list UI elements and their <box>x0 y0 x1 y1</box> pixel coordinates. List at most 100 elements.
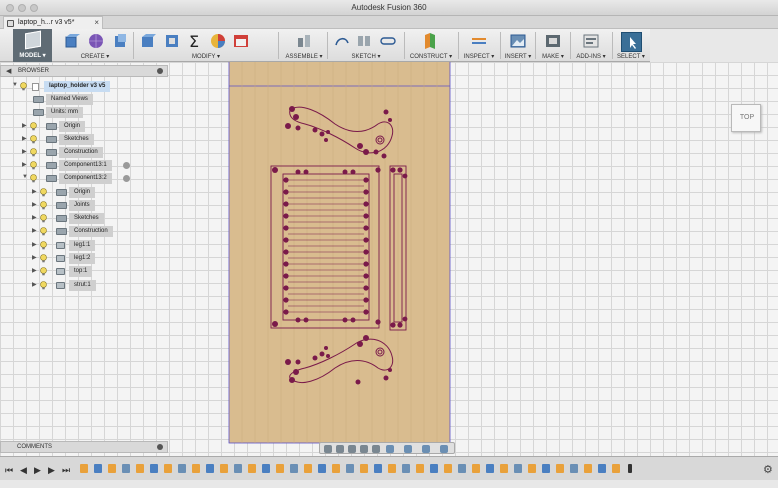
go-to-end-icon[interactable]: ⏭ <box>62 465 70 476</box>
timeline-feature[interactable] <box>206 464 214 473</box>
expand-arrow-icon[interactable]: ▼ <box>12 82 18 88</box>
grid-settings-icon[interactable] <box>404 445 412 453</box>
timeline-track[interactable] <box>78 462 640 476</box>
look-at-icon[interactable] <box>336 445 344 453</box>
timeline-feature[interactable] <box>304 464 312 473</box>
timeline-marker[interactable] <box>628 464 632 473</box>
expand-arrow-icon[interactable]: ▶ <box>32 254 37 261</box>
timeline-feature[interactable] <box>178 464 186 473</box>
comments-panel-header[interactable]: COMMENTS <box>0 441 168 453</box>
go-to-start-icon[interactable]: ⏮ <box>5 465 13 476</box>
timeline-feature[interactable] <box>514 464 522 473</box>
visibility-bulb-icon[interactable] <box>40 254 47 263</box>
visibility-bulb-icon[interactable] <box>40 227 47 236</box>
timeline-feature[interactable] <box>542 464 550 473</box>
timeline-feature[interactable] <box>108 464 116 473</box>
collapse-browser-icon[interactable]: ◀ <box>6 67 11 75</box>
timeline-feature[interactable] <box>584 464 592 473</box>
visibility-bulb-icon[interactable] <box>40 201 47 210</box>
timeline-feature[interactable] <box>234 464 242 473</box>
document-tab[interactable]: laptop_h...r v3 v5* × <box>3 16 103 29</box>
visibility-bulb-icon[interactable] <box>30 161 37 170</box>
expand-arrow-icon[interactable]: ▶ <box>32 281 37 288</box>
timeline-feature[interactable] <box>402 464 410 473</box>
addins-group[interactable]: ADD-INS ▾ <box>572 29 610 62</box>
construct-group[interactable]: CONSTRUCT ▾ <box>406 29 456 62</box>
activate-radio-icon[interactable] <box>123 175 130 182</box>
visibility-bulb-icon[interactable] <box>40 241 47 250</box>
display-settings-icon[interactable] <box>386 445 394 453</box>
settings-gear-icon[interactable]: ⚙ <box>763 463 773 476</box>
timeline-feature[interactable] <box>164 464 172 473</box>
expand-arrow-icon[interactable]: ▶ <box>22 122 27 129</box>
zoom-icon[interactable] <box>360 445 368 453</box>
expand-arrow-icon[interactable]: ▶ <box>32 201 37 208</box>
timeline-feature[interactable] <box>388 464 396 473</box>
canvas-viewport[interactable]: TOP <box>0 62 778 456</box>
step-back-icon[interactable]: ◀ <box>20 465 27 476</box>
timeline-feature[interactable] <box>430 464 438 473</box>
visibility-bulb-icon[interactable] <box>40 267 47 276</box>
insert-group[interactable]: INSERT ▾ <box>502 29 534 62</box>
comments-options-icon[interactable] <box>157 444 163 450</box>
inspect-group[interactable]: INSPECT ▾ <box>460 29 498 62</box>
make-group[interactable]: MAKE ▾ <box>538 29 568 62</box>
timeline-feature[interactable] <box>94 464 102 473</box>
timeline-feature[interactable] <box>444 464 452 473</box>
timeline-feature[interactable] <box>556 464 564 473</box>
orbit-icon[interactable] <box>324 445 332 453</box>
timeline-feature[interactable] <box>500 464 508 473</box>
visibility-bulb-icon[interactable] <box>20 82 27 91</box>
select-group[interactable]: SELECT ▾ <box>614 29 648 62</box>
expand-arrow-icon[interactable]: ▶ <box>32 214 37 221</box>
timeline-feature[interactable] <box>136 464 144 473</box>
timeline-feature[interactable] <box>318 464 326 473</box>
timeline-feature[interactable] <box>290 464 298 473</box>
workspace-switcher-button[interactable]: MODEL ▾ <box>13 29 52 62</box>
visibility-bulb-icon[interactable] <box>30 122 37 131</box>
visibility-bulb-icon[interactable] <box>30 135 37 144</box>
pan-icon[interactable] <box>348 445 356 453</box>
create-group[interactable]: CREATE ▾ <box>60 29 130 62</box>
timeline-feature[interactable] <box>80 464 88 473</box>
visibility-bulb-icon[interactable] <box>40 281 47 290</box>
expand-arrow-icon[interactable]: ▶ <box>32 241 37 248</box>
expand-arrow-icon[interactable]: ▶ <box>22 161 27 168</box>
timeline-feature[interactable] <box>472 464 480 473</box>
timeline-feature[interactable] <box>598 464 606 473</box>
expand-arrow-icon[interactable]: ▶ <box>22 148 27 155</box>
timeline-feature[interactable] <box>192 464 200 473</box>
activate-radio-icon[interactable] <box>123 162 130 169</box>
timeline-feature[interactable] <box>220 464 228 473</box>
modify-group[interactable]: Σ MODIFY ▾ <box>136 29 276 62</box>
timeline-feature[interactable] <box>360 464 368 473</box>
visibility-bulb-icon[interactable] <box>30 174 37 183</box>
visibility-bulb-icon[interactable] <box>40 214 47 223</box>
timeline-feature[interactable] <box>262 464 270 473</box>
expand-arrow-icon[interactable]: ▶ <box>32 227 37 234</box>
step-forward-icon[interactable]: ▶ <box>48 465 55 476</box>
timeline-feature[interactable] <box>612 464 620 473</box>
view-cube[interactable]: TOP <box>731 104 761 132</box>
timeline-feature[interactable] <box>528 464 536 473</box>
timeline-feature[interactable] <box>570 464 578 473</box>
timeline-feature[interactable] <box>332 464 340 473</box>
expand-arrow-icon[interactable]: ▶ <box>32 188 37 195</box>
expand-arrow-icon[interactable]: ▼ <box>22 174 28 180</box>
timeline-feature[interactable] <box>276 464 284 473</box>
visibility-bulb-icon[interactable] <box>40 188 47 197</box>
timeline-feature[interactable] <box>486 464 494 473</box>
browser-panel-header[interactable]: ◀ BROWSER <box>0 65 168 77</box>
visibility-bulb-icon[interactable] <box>30 148 37 157</box>
expand-arrow-icon[interactable]: ▶ <box>32 267 37 274</box>
timeline-feature[interactable] <box>346 464 354 473</box>
timeline-feature[interactable] <box>458 464 466 473</box>
timeline-feature[interactable] <box>150 464 158 473</box>
browser-options-icon[interactable] <box>157 68 163 74</box>
expand-arrow-icon[interactable]: ▶ <box>22 135 27 142</box>
timeline-feature[interactable] <box>416 464 424 473</box>
assemble-group[interactable]: ASSEMBLE ▾ <box>282 29 326 62</box>
viewports-icon[interactable] <box>422 445 430 453</box>
timeline-feature[interactable] <box>122 464 130 473</box>
play-icon[interactable]: ▶ <box>34 465 41 476</box>
